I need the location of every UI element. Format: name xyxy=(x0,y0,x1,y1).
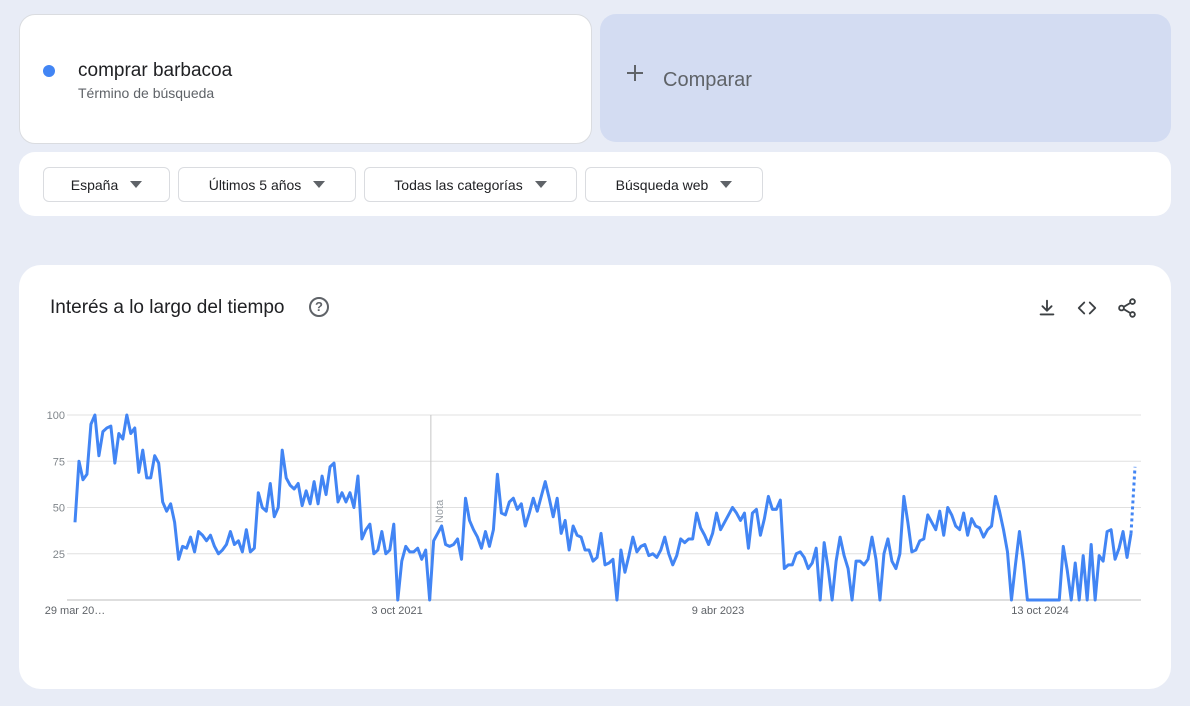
filter-bar: España Últimos 5 años Todas las categorí… xyxy=(19,152,1171,216)
dropdown-arrow-icon xyxy=(534,181,547,188)
time-filter[interactable]: Últimos 5 años xyxy=(178,167,356,202)
y-tick-label: 75 xyxy=(53,456,65,468)
x-tick-label: 13 oct 2024 xyxy=(1011,605,1069,617)
series-color-dot xyxy=(43,65,55,77)
category-filter-label: Todas las categorías xyxy=(394,176,523,193)
compare-button[interactable]: Comparar xyxy=(600,14,1171,142)
y-tick-label: 100 xyxy=(47,410,65,422)
x-tick-label: 3 oct 2021 xyxy=(371,605,422,617)
y-tick-label: 50 xyxy=(53,503,65,515)
region-filter-label: España xyxy=(70,176,119,193)
interest-chart[interactable]: 25 50 75 100 Nota 29 mar 20… 3 oct 2021 9 abr… xyxy=(19,265,1171,689)
search-type-filter-label: Búsqueda web xyxy=(615,176,709,193)
plus-icon xyxy=(626,64,644,82)
time-filter-label: Últimos 5 años xyxy=(208,176,302,193)
forecast-line xyxy=(1129,466,1137,534)
x-tick-label: 29 mar 20… xyxy=(45,605,106,617)
category-filter[interactable]: Todas las categorías xyxy=(364,167,577,202)
note-label: Nota xyxy=(434,499,446,523)
dropdown-arrow-icon xyxy=(313,181,326,188)
x-tick-label: 9 abr 2023 xyxy=(692,605,745,617)
search-term-subtitle: Término de búsqueda xyxy=(78,85,215,101)
dropdown-arrow-icon xyxy=(720,181,733,188)
search-term-card[interactable]: comprar barbacoa Término de búsqueda xyxy=(19,14,592,144)
y-tick-label: 25 xyxy=(53,549,65,561)
dropdown-arrow-icon xyxy=(130,181,143,188)
compare-label: Comparar xyxy=(663,69,752,91)
region-filter[interactable]: España xyxy=(43,167,170,202)
search-type-filter[interactable]: Búsqueda web xyxy=(585,167,763,202)
search-term-title[interactable]: comprar barbacoa xyxy=(78,60,232,82)
